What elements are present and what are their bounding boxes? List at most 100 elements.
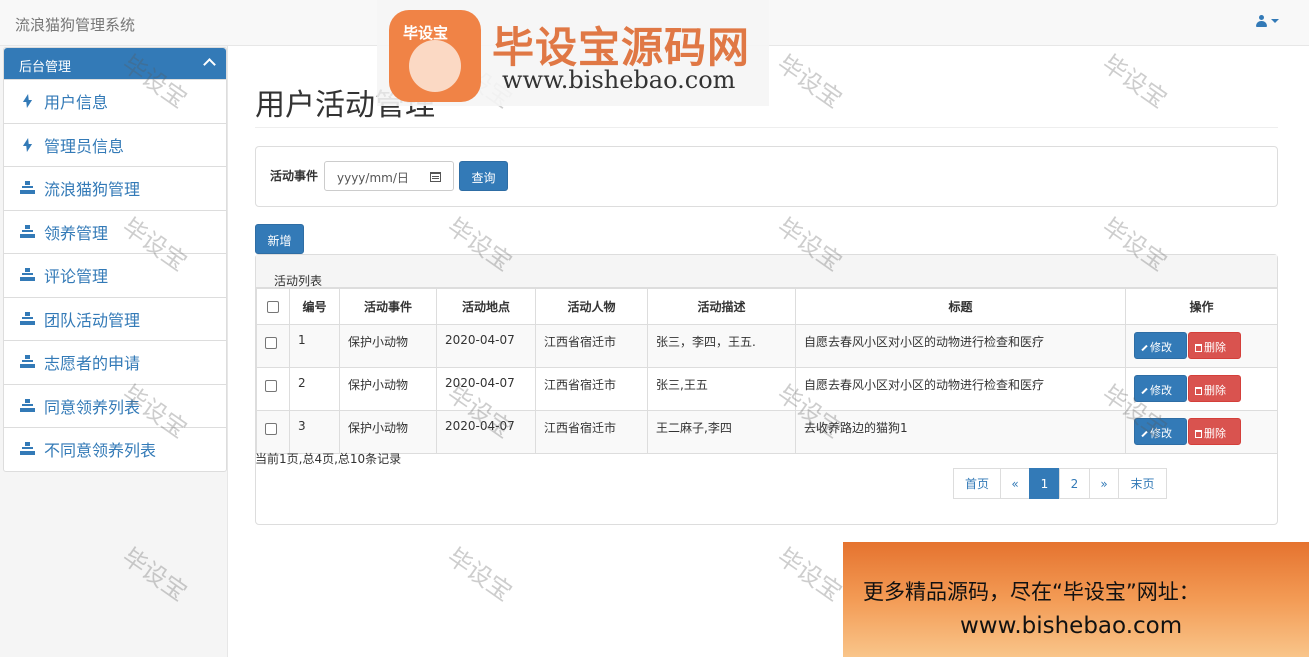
table-header-row: 编号 活动事件 活动地点 活动人物 活动描述 标题 操作 [256,288,1278,325]
pager-page-2[interactable]: 2 [1059,468,1090,499]
title-divider [255,127,1278,128]
cell-actions: 修改 删除 [1125,324,1278,368]
row-select-cell [256,367,290,411]
delete-label: 删除 [1204,427,1226,440]
delete-button[interactable]: 删除 [1188,332,1241,359]
chevron-up-icon [203,58,216,71]
logo-badge: 毕设宝 [389,10,481,102]
cell-id: 2 [289,367,340,411]
sidebar-item-admin-info[interactable]: 管理员信息 [4,122,226,167]
sidebar-item-label: 管理员信息 [44,136,125,156]
cell-desc: 张三，李四，王五. [647,324,796,368]
activity-table: 编号 活动事件 活动地点 活动人物 活动描述 标题 操作 1 保护小动物 202… [256,288,1278,454]
caret-down-icon [1271,19,1279,23]
sitemap-icon [20,181,36,195]
sitemap-icon [20,398,36,413]
column-header: 活动事件 [339,288,437,325]
column-header: 操作 [1125,288,1278,325]
cell-event: 保护小动物 [339,367,437,411]
app-title[interactable]: 流浪猫狗管理系统 [15,14,135,35]
edit-button[interactable]: 修改 [1134,332,1187,359]
delete-label: 删除 [1204,384,1226,397]
pager-page-1[interactable]: 1 [1029,468,1060,499]
edit-label: 修改 [1150,384,1172,397]
trash-icon [1195,344,1202,352]
sitemap-icon [20,442,36,456]
trash-icon [1195,387,1202,395]
sidebar-item-volunteer-applications[interactable]: 志愿者的申请 [4,340,226,384]
bolt-icon [20,94,36,108]
cell-title: 自愿去春风小区对小区的动物进行检查和医疗 [795,367,1126,411]
query-button[interactable]: 查询 [459,161,508,191]
sidebar-item-stray-animals[interactable]: 流浪猫狗管理 [4,166,226,210]
event-date-input[interactable]: yyyy/mm/日 [324,161,454,191]
delete-button[interactable]: 删除 [1188,418,1241,445]
pager-next[interactable]: » [1089,468,1119,499]
row-checkbox[interactable] [265,380,277,392]
promo-line-1: 更多精品源码，尽在“毕设宝”网址： [863,580,1200,604]
column-header: 活动人物 [535,288,648,325]
cell-id: 3 [289,410,340,454]
cell-desc: 王二麻子,李四 [647,410,796,454]
cell-people: 江西省宿迁市 [535,324,648,368]
sidebar-header[interactable]: 后台管理 [4,48,226,79]
sidebar-item-team-activities[interactable]: 团队活动管理 [4,296,226,341]
cell-place: 2020-04-07 [436,324,536,368]
pagination: 首页 « 1 2 » 末页 [953,468,1167,499]
cell-event: 保护小动物 [339,410,437,454]
pagination-summary: 当前1页,总4页,总10条记录 [255,452,402,466]
watermark: 毕设宝 [1097,49,1173,114]
column-header: 标题 [795,288,1126,325]
column-header: 活动描述 [647,288,796,325]
watermark: 毕设宝 [772,49,848,114]
date-placeholder: yyyy/mm/日 [337,171,409,185]
cell-people: 江西省宿迁市 [535,410,648,454]
promo-line-2: www.bishebao.com [960,613,1183,639]
cell-id: 1 [289,324,340,368]
sidebar-item-approved-adoptions[interactable]: 同意领养列表 [4,383,226,428]
sidebar-item-comments[interactable]: 评论管理 [4,253,226,297]
sidebar: 后台管理 用户信息 管理员信息 流浪猫狗管理 领养管理 评论管理 团队活动管理 … [3,47,227,472]
sidebar-item-label: 团队活动管理 [44,310,141,330]
sidebar-item-label: 不同意领养列表 [44,441,157,461]
delete-label: 删除 [1204,341,1226,354]
column-header: 编号 [289,288,340,325]
logo-url: www.bishebao.com [502,66,736,94]
calendar-icon[interactable] [430,172,441,182]
select-all-checkbox[interactable] [267,301,279,313]
watermark: 毕设宝 [442,542,518,607]
sidebar-item-rejected-adoptions[interactable]: 不同意领养列表 [4,427,226,471]
sitemap-icon [20,224,36,239]
delete-button[interactable]: 删除 [1188,375,1241,402]
select-all-header [256,288,290,325]
pager-first[interactable]: 首页 [953,468,1001,499]
user-icon [1256,15,1267,27]
pager-last[interactable]: 末页 [1118,468,1167,499]
logo-badge-text: 毕设宝 [403,24,449,42]
pager-prev[interactable]: « [1000,468,1030,499]
table-row: 1 保护小动物 2020-04-07 江西省宿迁市 张三，李四，王五. 自愿去春… [256,324,1278,368]
row-checkbox[interactable] [265,423,277,435]
sitemap-icon [20,355,36,369]
sidebar-item-label: 领养管理 [44,223,109,243]
watermark: 毕设宝 [772,542,848,607]
sidebar-item-label: 评论管理 [44,267,109,287]
user-menu[interactable] [1256,15,1279,27]
promo-banner: 更多精品源码，尽在“毕设宝”网址： www.bishebao.com [843,542,1309,657]
edit-label: 修改 [1150,341,1172,354]
sitemap-icon [20,311,36,326]
sidebar-header-label: 后台管理 [19,60,72,75]
sidebar-item-label: 用户信息 [44,93,109,113]
site-logo-overlay: 毕设宝 毕设宝源码网 www.bishebao.com [377,0,769,106]
row-checkbox[interactable] [265,337,277,349]
pencil-icon [1141,344,1148,352]
trash-icon [1195,430,1202,438]
search-label: 活动事件 [270,169,319,183]
list-heading: 活动列表 [256,255,1277,288]
add-button[interactable]: 新增 [255,224,304,254]
sitemap-icon [20,268,36,282]
cell-event: 保护小动物 [339,324,437,368]
search-panel: 活动事件 yyyy/mm/日 查询 [255,146,1278,207]
sidebar-item-label: 志愿者的申请 [44,354,141,374]
column-header: 活动地点 [436,288,536,325]
